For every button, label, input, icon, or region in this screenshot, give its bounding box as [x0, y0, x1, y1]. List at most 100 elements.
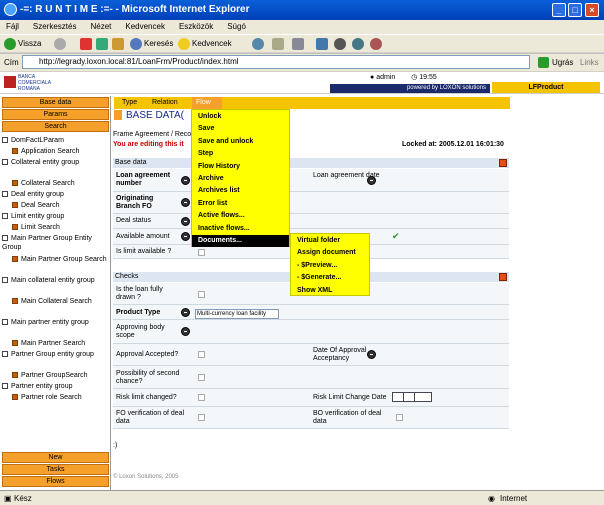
search-link[interactable]: Collateral Search — [12, 179, 107, 188]
search-link[interactable]: Partner GroupSearch — [12, 371, 107, 380]
collapse-base-icon[interactable] — [499, 159, 507, 167]
label-branch: Originating Branch FO — [116, 195, 154, 210]
menu-3[interactable]: Kedvencek — [125, 22, 165, 31]
risk-date-day-input[interactable] — [414, 392, 432, 402]
flow-menu-item[interactable]: Active flows... — [192, 210, 289, 222]
entity-group: Main partner entity group — [2, 318, 107, 327]
edit-button[interactable] — [316, 37, 330, 51]
tab-flow[interactable]: Flow — [192, 97, 222, 109]
search-icon — [12, 372, 18, 379]
messenger-button[interactable] — [334, 37, 348, 51]
address-input[interactable]: http://legrady.loxon.local:81/LoanFrm/Pr… — [22, 55, 530, 69]
fo-verification-checkbox[interactable] — [198, 414, 205, 421]
collapse-checks-icon[interactable] — [499, 273, 507, 281]
risk-changed-checkbox[interactable] — [198, 394, 205, 401]
go-arrow-icon[interactable] — [538, 57, 549, 68]
minimize-button[interactable]: _ — [552, 3, 566, 17]
search-link[interactable]: Main Collateral Search — [12, 297, 107, 306]
flow-menu-item[interactable]: Archive — [192, 173, 289, 185]
search-link[interactable]: Partner role Search — [12, 393, 107, 402]
close-button[interactable]: × — [585, 3, 599, 17]
history-button[interactable] — [252, 37, 266, 51]
approval-date-lookup-icon[interactable] — [367, 350, 376, 359]
product-type-input[interactable]: Multi-currency loan facility — [195, 309, 279, 319]
favorites-button[interactable]: Kedvencek — [178, 37, 232, 51]
available-amount-lookup-icon[interactable] — [181, 232, 190, 241]
user-name: admin — [376, 74, 396, 81]
flow-menu-item[interactable]: Save and unlock — [192, 136, 289, 148]
fully-drawn-checkbox[interactable] — [198, 291, 205, 298]
deal-status-lookup-icon[interactable] — [181, 217, 190, 226]
documents-menu-item[interactable]: Virtual folder — [291, 235, 369, 247]
menu-5[interactable]: Súgó — [227, 22, 246, 31]
row-branch: Originating Branch FO — [113, 192, 509, 214]
nav-button-base-data[interactable]: Base data — [2, 97, 109, 108]
flow-menu-item[interactable]: Flow History — [192, 161, 289, 173]
nav-button-params[interactable]: Params — [2, 109, 109, 120]
entity-group: Main Partner Group Entity Group — [2, 235, 92, 251]
row-verification: FO verification of deal data BO verifica… — [113, 407, 509, 429]
maximize-button[interactable]: □ — [568, 3, 582, 17]
documents-menu-item[interactable]: - $Generate... — [291, 272, 369, 284]
home-button[interactable] — [112, 37, 126, 51]
documents-menu-item[interactable]: Assign document — [291, 247, 369, 259]
forward-button[interactable] — [54, 37, 68, 51]
limit-available-checkbox[interactable] — [198, 249, 205, 256]
product-type-lookup-icon[interactable] — [181, 308, 190, 317]
documents-menu-item[interactable]: - $Preview... — [291, 260, 369, 272]
links-button[interactable]: Links — [580, 54, 599, 72]
print-icon — [292, 37, 304, 50]
second-chance-checkbox[interactable] — [198, 374, 205, 381]
nav-button-tasks[interactable]: Tasks — [2, 464, 109, 475]
search-icon — [12, 148, 18, 155]
print-button[interactable] — [292, 37, 306, 51]
tab-type[interactable]: Type — [118, 97, 141, 109]
bo-verification-checkbox[interactable] — [396, 414, 403, 421]
research-button[interactable] — [352, 37, 366, 51]
flow-menu-item[interactable]: Step — [192, 148, 289, 160]
approving-body-lookup-icon[interactable] — [181, 327, 190, 336]
mail-button[interactable] — [272, 37, 286, 51]
approval-accepted-checkbox[interactable] — [198, 351, 205, 358]
search-icon — [12, 256, 18, 263]
edit-icon — [316, 37, 328, 50]
tools-button[interactable] — [370, 37, 384, 51]
label-approval-accepted: Approval Accepted? — [116, 351, 179, 358]
menu-0[interactable]: Fájl — [6, 22, 19, 31]
row-product-type: Product Type — [113, 305, 509, 320]
flow-menu-item[interactable]: Archives list — [192, 185, 289, 197]
search-button[interactable]: Keresés — [130, 37, 173, 51]
loan-date-lookup-icon[interactable] — [367, 176, 376, 185]
search-link[interactable]: Deal Search — [12, 201, 107, 210]
nav-button-search[interactable]: Search — [2, 121, 109, 132]
back-button[interactable]: Vissza — [4, 37, 41, 51]
tab-relation[interactable]: Relation — [148, 97, 182, 109]
search-link[interactable]: Limit Search — [12, 223, 107, 232]
menu-4[interactable]: Eszközök — [179, 22, 213, 31]
search-link[interactable]: Application Search — [12, 147, 107, 156]
forward-arrow-icon — [54, 37, 66, 50]
clock-time: 19:55 — [419, 74, 437, 81]
group-icon — [2, 351, 8, 358]
flow-menu-item[interactable]: Unlock — [192, 111, 289, 123]
documents-menu-item[interactable]: Show XML — [291, 285, 369, 297]
branch-lookup-icon[interactable] — [181, 198, 190, 207]
loan-number-lookup-icon[interactable] — [181, 176, 190, 185]
globe-icon: ◉ — [488, 494, 495, 503]
menu-1[interactable]: Szerkesztés — [33, 22, 77, 31]
nav-button-flows[interactable]: Flows — [2, 476, 109, 487]
stop-button[interactable] — [80, 37, 94, 51]
nav-button-new[interactable]: New — [2, 452, 109, 463]
refresh-button[interactable] — [96, 37, 110, 51]
menu-2[interactable]: Nézet — [90, 22, 111, 31]
go-button[interactable]: Ugrás — [552, 54, 573, 72]
mail-icon — [272, 37, 284, 50]
flow-menu-item[interactable]: Error list — [192, 198, 289, 210]
flow-menu-item[interactable]: Save — [192, 123, 289, 135]
search-link[interactable]: Main Partner Group Search — [12, 255, 107, 264]
flow-menu-item[interactable]: Documents... — [192, 235, 289, 247]
search-link[interactable]: Main Partner Search — [12, 339, 107, 348]
flow-menu-item[interactable]: Inactive flows... — [192, 223, 289, 235]
label-risk-change-date: Risk Limit Change Date — [313, 394, 387, 401]
group-icon — [2, 213, 8, 220]
